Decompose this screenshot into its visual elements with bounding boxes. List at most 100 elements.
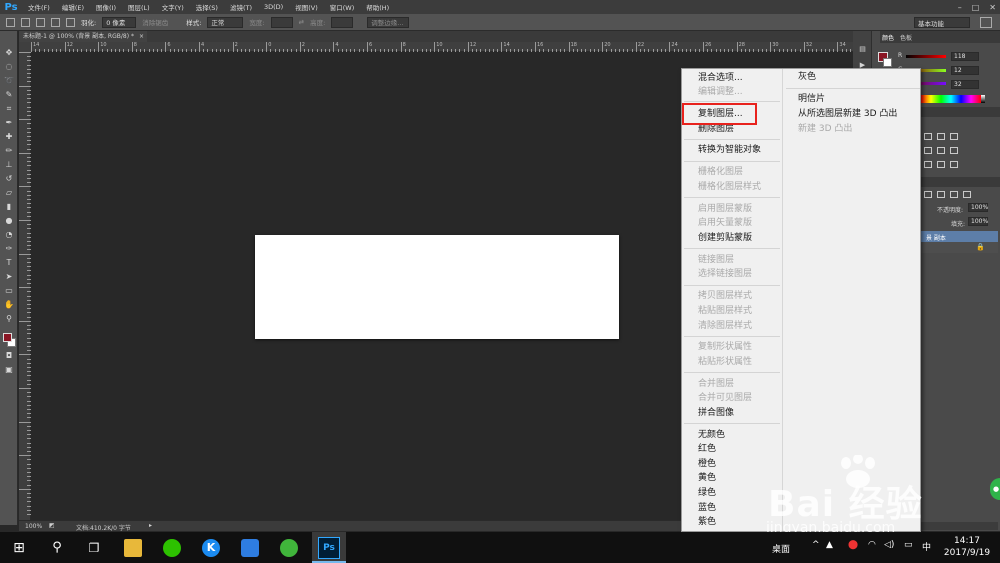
crop-tool-icon[interactable]: ⌗ (4, 104, 14, 114)
status-menu-arrow-icon[interactable]: ▸ (149, 522, 152, 529)
r-value-input[interactable]: 118 (951, 52, 979, 61)
panel-background-swatch[interactable] (883, 58, 892, 67)
fill-input[interactable]: 100% (968, 217, 988, 226)
healing-brush-tool-icon[interactable]: ✚ (4, 132, 14, 142)
menu-convert-smart-object[interactable]: 转换为智能对象 (698, 144, 761, 157)
width-input[interactable] (270, 16, 293, 28)
volume-icon[interactable]: ◁) (884, 540, 894, 550)
taskbar-clock[interactable]: 14:17 2017/9/19 (942, 535, 992, 559)
brush-tool-icon[interactable]: ✏ (4, 146, 14, 156)
menu-select[interactable]: 选择(S) (190, 2, 224, 12)
brightness-adjust-icon[interactable] (924, 133, 932, 140)
minimize-button[interactable]: – (958, 3, 962, 12)
opacity-input[interactable]: 100% (968, 203, 988, 212)
360-browser-icon[interactable] (280, 539, 298, 557)
menu-color-green[interactable]: 绿色 (698, 487, 716, 500)
eraser-tool-icon[interactable]: ▱ (4, 188, 14, 198)
horizontal-ruler[interactable]: 14 12 10 8 6 4 2 0 2 4 6 8 10 12 14 16 18 20 22 24 26 28 30 32 3… (31, 42, 879, 52)
document-canvas[interactable] (255, 235, 619, 339)
menu-window[interactable]: 窗口(W) (324, 2, 361, 12)
shape-tool-icon[interactable]: ▭ (4, 286, 14, 296)
tab-color[interactable]: 颜色 (882, 33, 894, 42)
b-value-input[interactable]: 32 (951, 80, 979, 89)
style-select[interactable]: 正常 (207, 16, 244, 28)
subtract-selection-icon[interactable] (51, 17, 60, 27)
levels-adjust-icon[interactable] (937, 133, 945, 140)
channel-mixer-adjust-icon[interactable] (937, 161, 945, 168)
menu-color-orange[interactable]: 橙色 (698, 458, 716, 471)
blur-tool-icon[interactable]: ● (4, 216, 14, 226)
menu-flatten-image[interactable]: 拼合图像 (698, 407, 734, 420)
menu-color-gray[interactable]: 灰色 (798, 71, 816, 84)
menu-layer[interactable]: 图层(L) (122, 2, 156, 12)
marquee-tool-icon[interactable]: ◌ (4, 62, 14, 72)
swap-icon[interactable]: ⇄ (299, 18, 304, 26)
lasso-tool-icon[interactable]: ➰ (4, 76, 14, 86)
filter-shape-icon[interactable] (963, 191, 971, 198)
vertical-ruler[interactable] (19, 52, 31, 520)
lookup-adjust-icon[interactable] (950, 161, 958, 168)
pen-tool-icon[interactable]: ✑ (4, 244, 14, 254)
dodge-tool-icon[interactable]: ◔ (4, 230, 14, 240)
hand-tool-icon[interactable]: ✋ (4, 300, 14, 310)
tab-swatches[interactable]: 色板 (900, 33, 912, 42)
document-tab[interactable]: 未标题-1 @ 100% (背景 副本, RGB/8) * × (19, 31, 147, 42)
workspace-select[interactable]: 基本功能 (914, 17, 970, 28)
menu-color-red[interactable]: 红色 (698, 443, 716, 456)
ime-indicator[interactable]: 中 (922, 540, 931, 553)
menu-file[interactable]: 文件(F) (22, 2, 56, 12)
kugou-icon[interactable]: K (202, 539, 220, 557)
menu-color-blue[interactable]: 蓝色 (698, 502, 716, 515)
layer-row-background[interactable]: 🔒 (920, 242, 998, 253)
menu-type[interactable]: 文字(Y) (156, 2, 190, 12)
close-tab-icon[interactable]: × (139, 31, 144, 42)
desktop-toolbar-label[interactable]: 桌面 (772, 542, 790, 555)
foreground-color-swatch[interactable] (3, 333, 12, 342)
photoshop-taskbar-icon[interactable]: Ps (318, 537, 340, 559)
black-white-ramp[interactable] (981, 95, 985, 103)
windows-start-icon[interactable]: ⊞ (10, 539, 28, 557)
filter-adjust-icon[interactable] (937, 191, 945, 198)
layer-row-selected[interactable]: 景 副本 (920, 231, 998, 242)
menu-color-yellow[interactable]: 黄色 (698, 472, 716, 485)
marquee-tool-icon[interactable] (6, 17, 15, 27)
intersect-selection-icon[interactable] (66, 17, 75, 27)
filter-image-icon[interactable] (924, 191, 932, 198)
history-panel-icon[interactable]: ▤ (858, 45, 867, 53)
height-input[interactable] (331, 16, 354, 28)
menu-image[interactable]: 图像(I) (90, 2, 122, 12)
menu-blending-options[interactable]: 混合选项... (698, 72, 743, 85)
gradient-tool-icon[interactable]: ▮ (4, 202, 14, 212)
menu-create-clipping-mask[interactable]: 创建剪贴蒙版 (698, 232, 752, 245)
antivirus-icon[interactable]: ⬤ (848, 540, 858, 550)
curves-adjust-icon[interactable] (950, 133, 958, 140)
tray-expand-icon[interactable]: ^ (812, 540, 820, 550)
zoom-tool-icon[interactable]: ⚲ (4, 314, 14, 324)
eyedropper-tool-icon[interactable]: ✒ (4, 118, 14, 128)
photo-filter-adjust-icon[interactable] (924, 161, 932, 168)
notification-icon[interactable]: ▭ (904, 540, 913, 550)
tray-app-icon[interactable]: ▲ (826, 540, 833, 550)
feather-input[interactable]: 0 像素 (102, 16, 137, 28)
type-tool-icon[interactable]: T (4, 258, 14, 268)
vibrance-adjust-icon[interactable] (924, 147, 932, 154)
color-balance-adjust-icon[interactable] (950, 147, 958, 154)
quick-select-tool-icon[interactable]: ✎ (4, 90, 14, 100)
g-value-input[interactable]: 12 (951, 66, 979, 75)
menu-color-none[interactable]: 无颜色 (698, 429, 725, 442)
new-selection-icon[interactable] (21, 17, 30, 27)
network-icon[interactable]: ◠ (868, 540, 876, 550)
quick-mask-icon[interactable]: ◘ (4, 351, 14, 361)
menu-view[interactable]: 视图(V) (289, 2, 324, 12)
menu-edit[interactable]: 编辑(E) (56, 2, 90, 12)
task-view-icon[interactable]: ❐ (85, 539, 103, 557)
menu-3d[interactable]: 3D(D) (258, 3, 289, 11)
zoom-level[interactable]: 100% (25, 523, 42, 530)
refine-edge-button[interactable]: 调整边缘... (367, 16, 410, 28)
menu-help[interactable]: 帮助(H) (360, 2, 395, 12)
menu-postcard[interactable]: 明信片 (798, 93, 825, 106)
screen-mode-icon[interactable]: ▣ (4, 365, 14, 375)
feishu-icon[interactable] (241, 539, 259, 557)
hue-adjust-icon[interactable] (937, 147, 945, 154)
add-selection-icon[interactable] (36, 17, 45, 27)
